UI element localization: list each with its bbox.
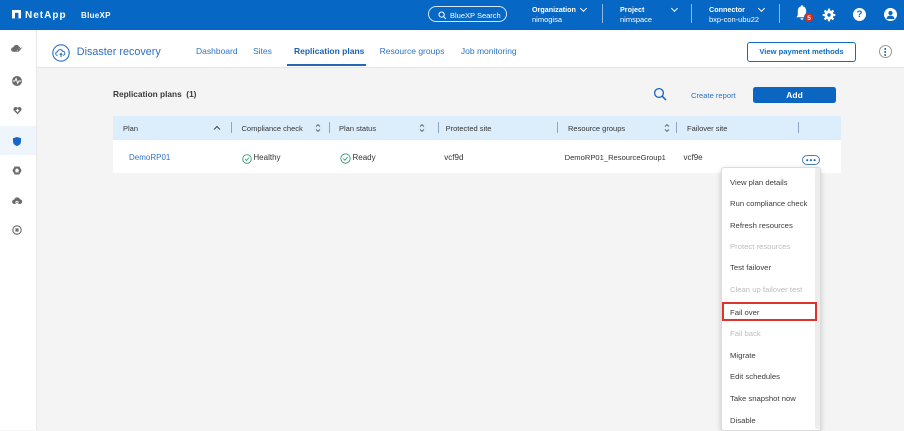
svg-text:5: 5 (807, 15, 811, 22)
